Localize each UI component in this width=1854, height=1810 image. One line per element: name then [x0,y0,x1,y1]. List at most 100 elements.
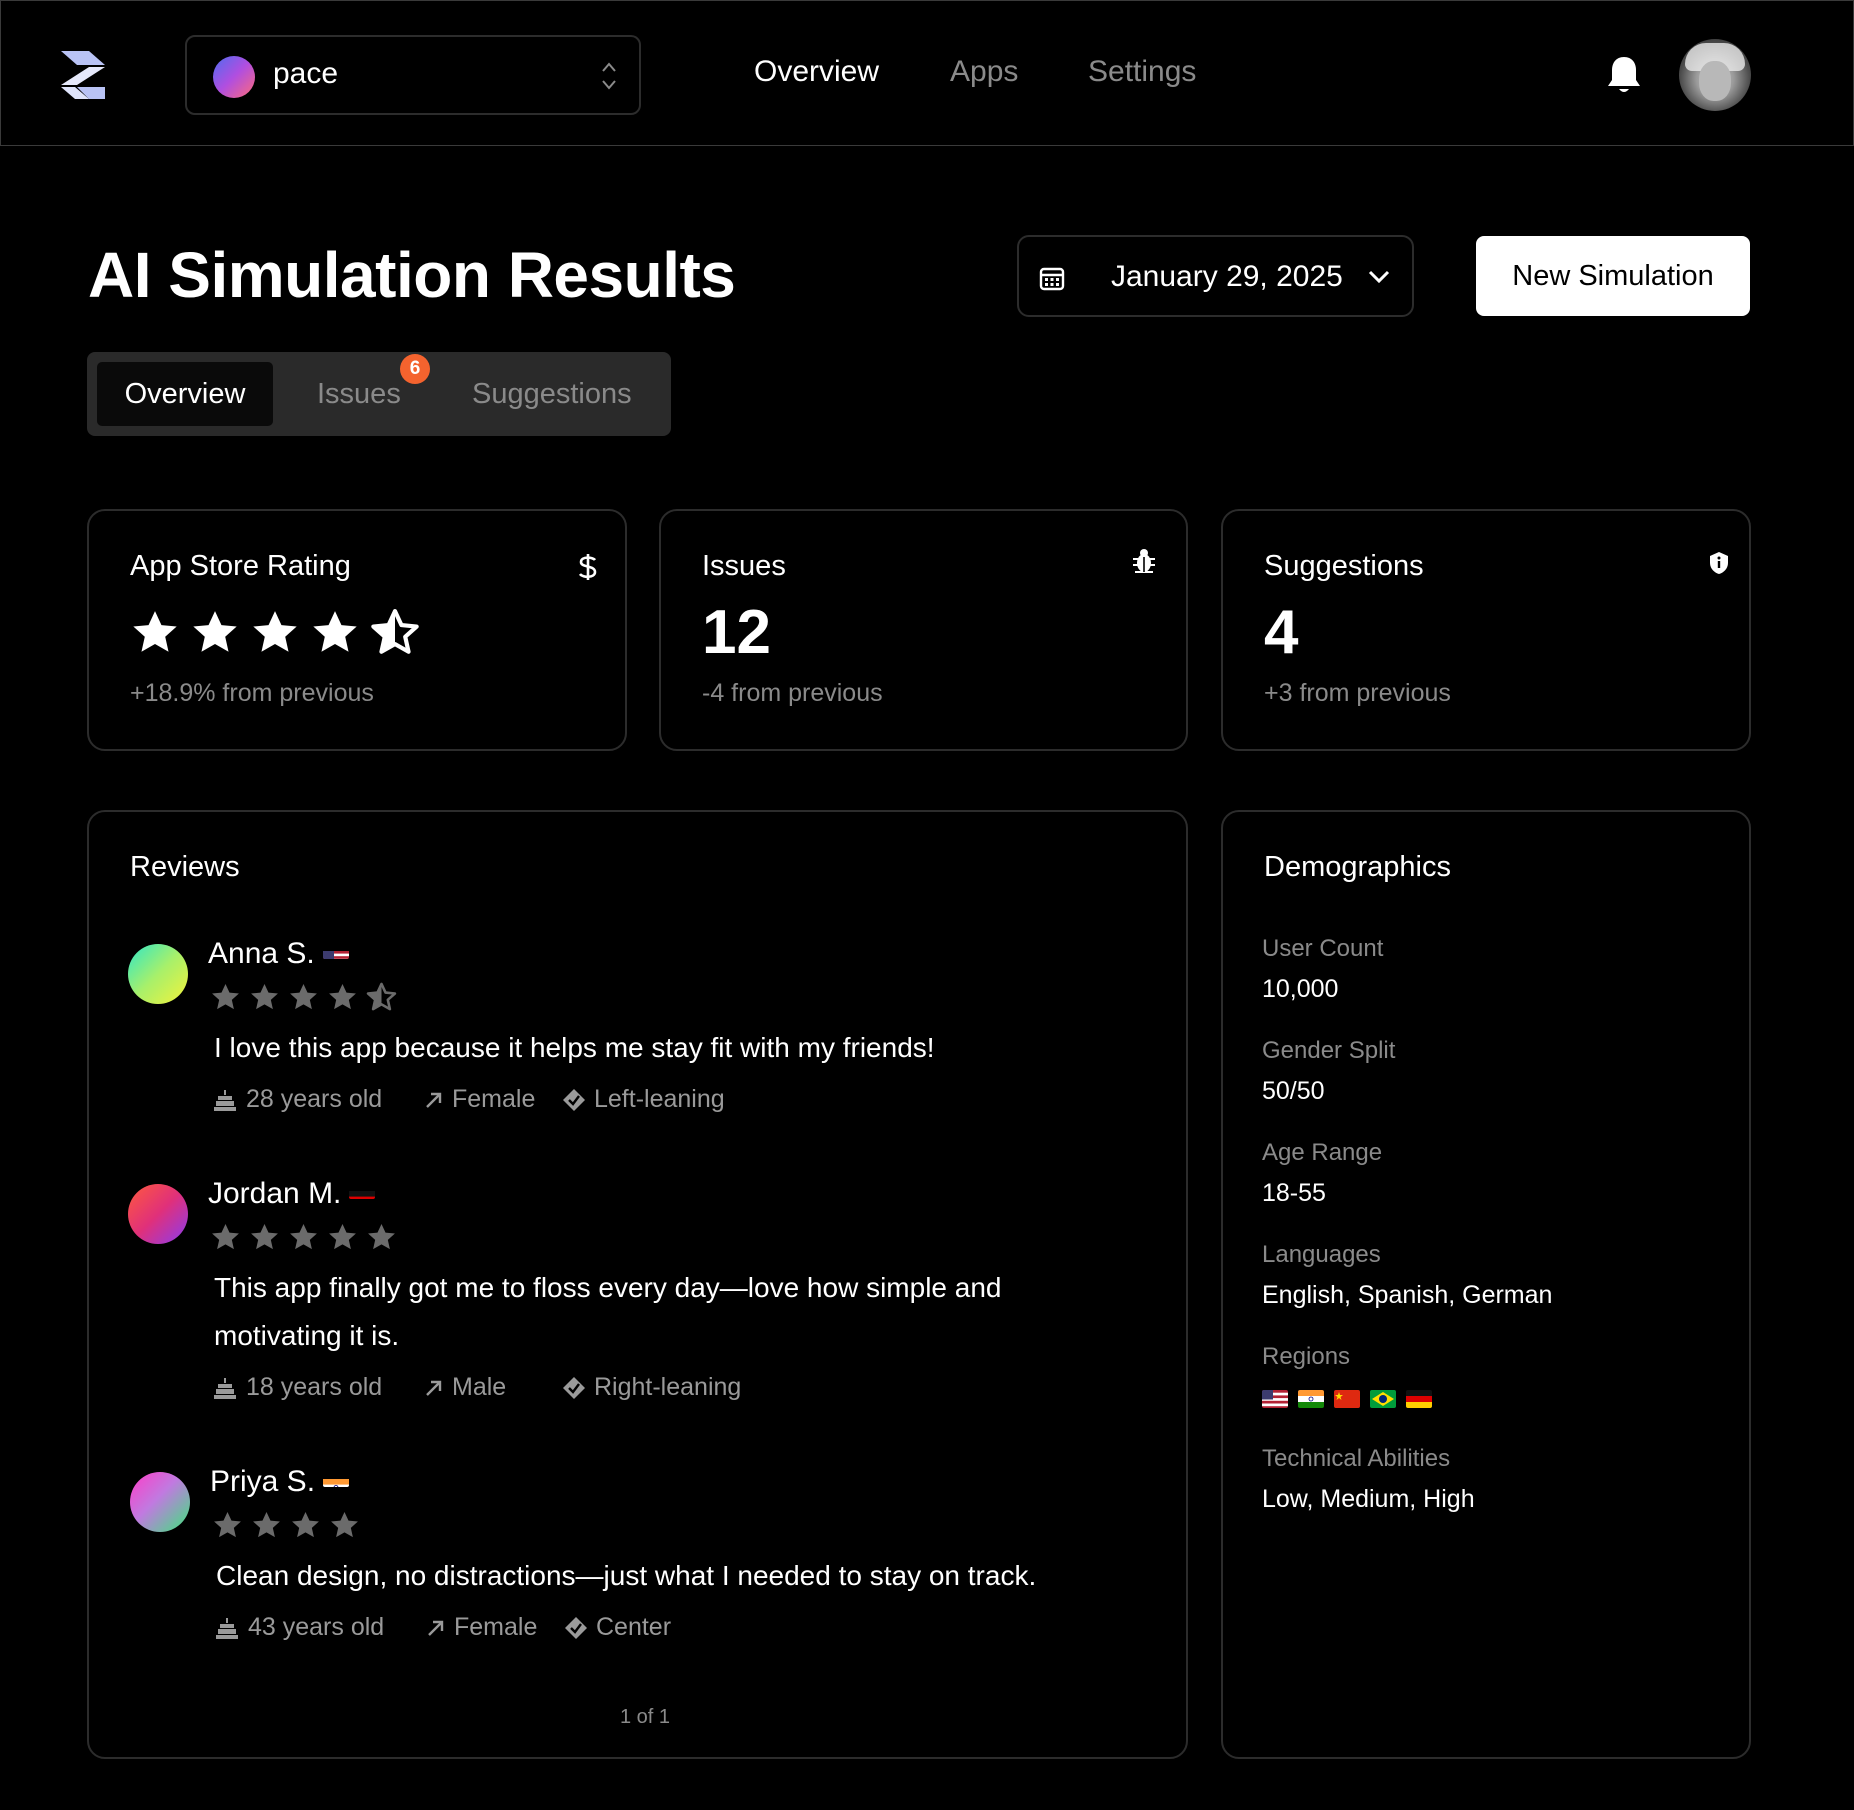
star-icon [292,1511,319,1538]
star-icon [329,983,356,1010]
reviewer-avatar [128,1184,188,1244]
cake-icon [214,1089,236,1111]
bell-icon[interactable] [1604,53,1644,97]
card-delta: -4 from previous [702,679,883,707]
tab-bar: Overview Issues 6 Suggestions [87,352,671,436]
age-range-value: 18-55 [1262,1179,1326,1207]
review-text: I love this app because it helps me stay… [214,1032,935,1063]
de-flag-icon [1406,1390,1432,1408]
card-title: Suggestions [1264,550,1424,582]
top-nav: pace Overview Apps Settings [0,0,1854,146]
review-stars [212,1510,360,1541]
review-stars [210,1222,397,1253]
nav-settings[interactable]: Settings [1088,55,1196,89]
tab-overview[interactable]: Overview [97,362,273,426]
new-simulation-button[interactable]: New Simulation [1476,236,1750,316]
regions-flags [1262,1390,1432,1408]
tab-issues[interactable]: Issues [317,362,401,426]
suggestions-card: Suggestions 4 +3 from previous [1221,509,1751,751]
star-half-icon [366,982,397,1011]
issues-card: Issues 12 -4 from previous [659,509,1188,751]
user-avatar[interactable] [1679,39,1751,111]
star-icon [253,1511,280,1538]
user-count-label: User Count [1262,935,1384,962]
age-range-label: Age Range [1262,1139,1383,1166]
politics-meta: Center [564,1613,671,1642]
reviews-title: Reviews [130,851,240,883]
pagination-label: 1 of 1 [620,1706,671,1728]
gender-split-value: 50/50 [1262,1077,1325,1105]
gender-meta: Male [424,1373,506,1402]
card-title: App Store Rating [130,550,351,582]
date-picker[interactable]: January 29, 2025 [1017,235,1414,317]
badge-check-icon [563,1088,585,1111]
arrow-up-right-icon [428,1620,444,1636]
in-flag-icon [1298,1390,1324,1408]
arrow-up-right-icon [426,1380,442,1396]
org-avatar [213,56,255,98]
gender-meta: Female [424,1085,535,1114]
review-meta: 28 years old Female Left-leaning [212,1085,912,1117]
us-flag-icon [322,942,349,959]
org-switcher[interactable]: pace [185,35,641,115]
star-icon [290,983,317,1010]
star-icon [212,983,239,1010]
app-logo-icon[interactable] [59,49,111,101]
star-icon [253,611,297,652]
age-meta: 18 years old [212,1373,382,1402]
technical-abilities-label: Technical Abilities [1262,1445,1451,1472]
br-flag-icon [1370,1390,1396,1408]
reviewer-name: Anna S. [208,937,349,971]
demographics-title: Demographics [1264,851,1451,883]
regions-label: Regions [1262,1343,1351,1370]
suggestions-count: 4 [1264,598,1299,667]
star-icon [251,1223,278,1250]
technical-abilities-value: Low, Medium, High [1262,1485,1475,1513]
review-stars [210,982,397,1013]
review-text: This app finally got me to floss every d… [214,1272,1002,1351]
badge-check-icon [563,1376,585,1399]
age-meta: 43 years old [214,1613,384,1642]
issues-count: 12 [702,598,771,667]
page-title: AI Simulation Results [88,239,736,311]
tab-suggestions[interactable]: Suggestions [472,362,632,426]
star-icon [193,611,237,652]
languages-value: English, Spanish, German [1262,1281,1553,1309]
date-value: January 29, 2025 [1111,260,1343,293]
app-store-rating-card: App Store Rating +18.9% from previous [87,509,627,751]
star-icon [313,611,357,652]
reviewer-avatar [128,944,188,1004]
star-icon [212,1223,239,1250]
star-half-icon [371,609,419,654]
star-icon [290,1223,317,1250]
reviewer-name: Priya S. [210,1465,350,1499]
card-title: Issues [702,550,786,582]
cn-flag-icon [1334,1390,1360,1408]
star-icon [368,1223,395,1250]
reviewer-name: Jordan M. [208,1177,376,1211]
reviewer-avatar [130,1472,190,1532]
nav-apps[interactable]: Apps [950,55,1018,89]
chevron-up-down-icon [602,62,616,90]
languages-label: Languages [1262,1241,1381,1268]
review-text: Clean design, no distractions—just what … [216,1560,1037,1591]
card-delta: +18.9% from previous [130,679,374,707]
gender-split-label: Gender Split [1262,1037,1396,1064]
arrow-up-right-icon [426,1092,442,1108]
de-flag-icon [349,1182,376,1199]
cake-icon [214,1377,236,1399]
review-meta: 43 years old Female Center [214,1613,914,1645]
card-delta: +3 from previous [1264,679,1451,707]
rating-stars [130,608,420,658]
badge-check-icon [565,1616,587,1639]
calendar-icon [1039,267,1065,291]
star-icon [214,1511,241,1538]
star-icon [133,611,177,652]
star-icon [331,1511,358,1538]
politics-meta: Left-leaning [562,1085,725,1114]
shield-icon [1710,552,1728,574]
in-flag-icon [323,1470,350,1487]
org-name: pace [273,57,339,90]
nav-overview[interactable]: Overview [754,55,879,89]
dollar-icon [578,554,597,580]
